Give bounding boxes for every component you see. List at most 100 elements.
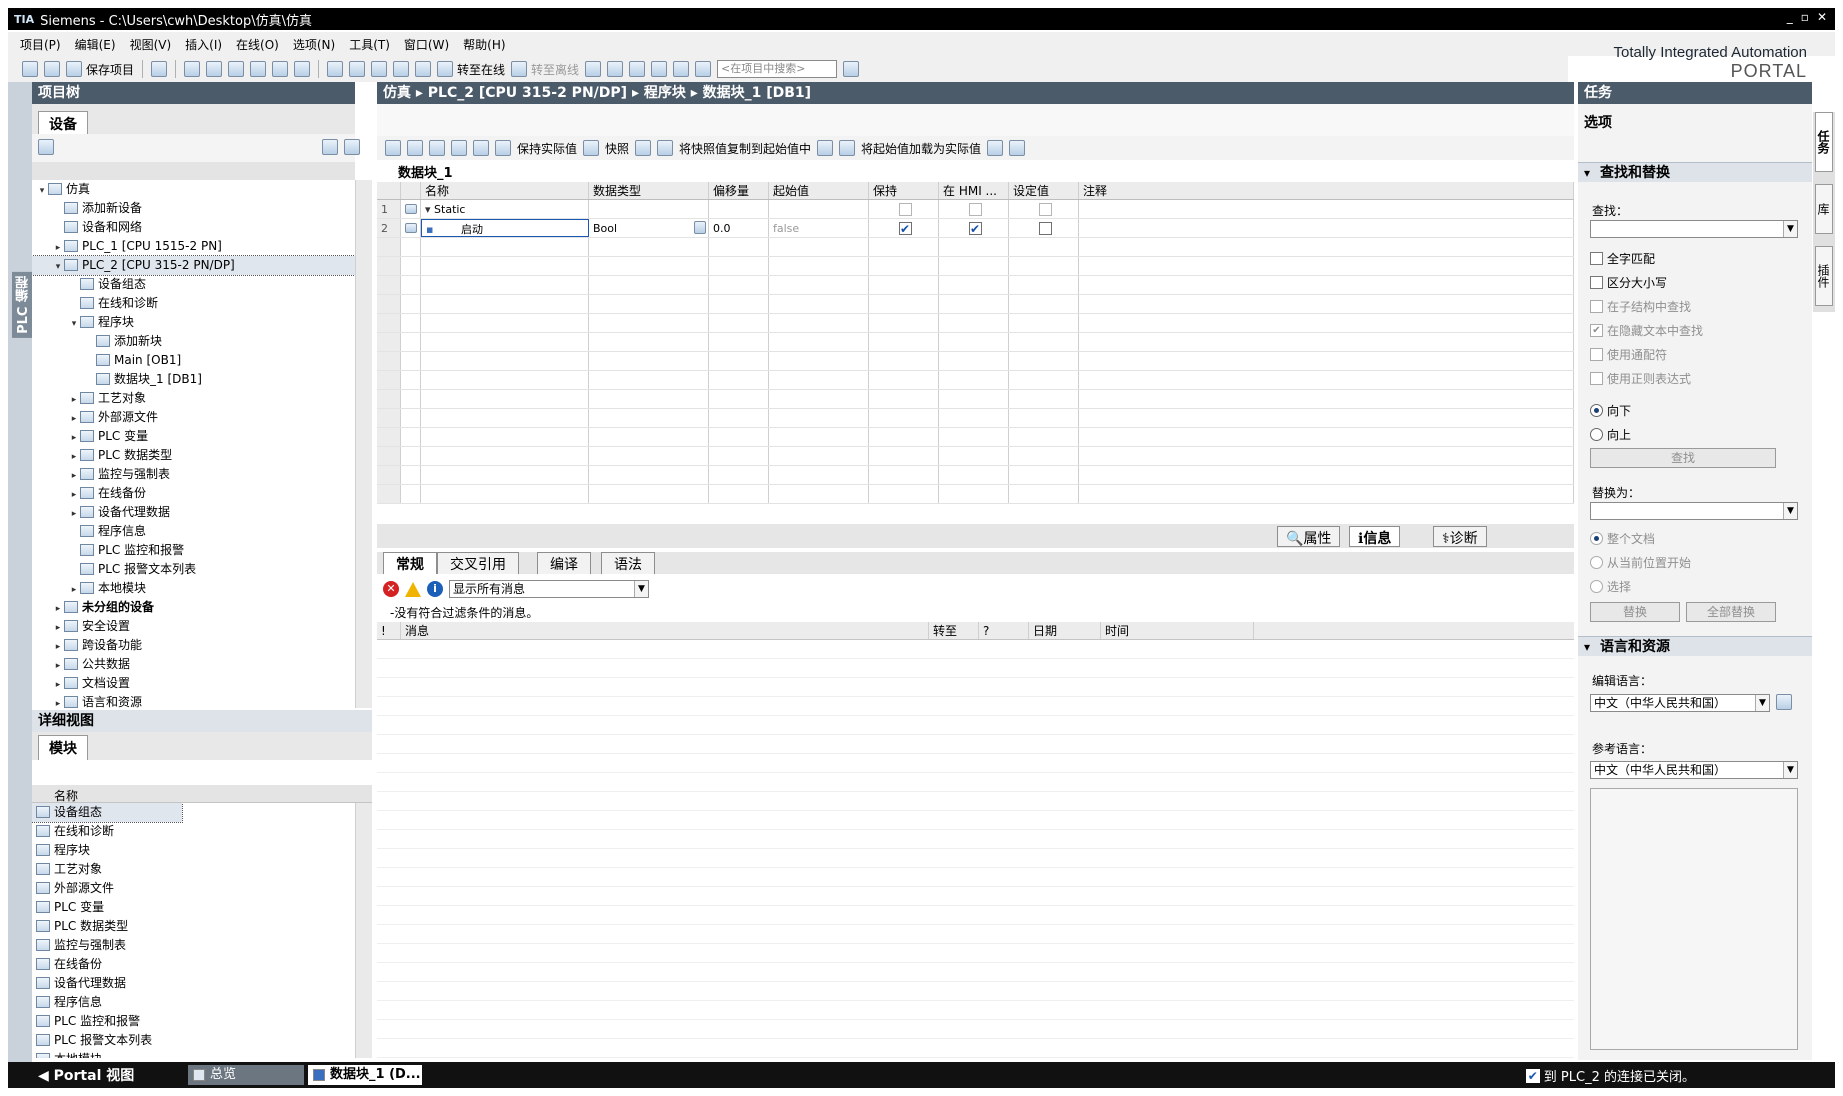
detail-list-item[interactable]: 外部源文件: [32, 879, 355, 898]
tree-item[interactable]: ▸ 未分组的设备: [32, 598, 355, 617]
error-filter-icon[interactable]: ✕: [383, 581, 399, 597]
col-setpoint[interactable]: 设定值: [1009, 182, 1079, 199]
tree-item[interactable]: 数据块_1 [DB1]: [32, 370, 355, 389]
col-offset[interactable]: 偏移量: [709, 182, 769, 199]
empty-row[interactable]: [377, 371, 1574, 390]
detail-list-item[interactable]: PLC 数据类型: [32, 917, 355, 936]
check-wildcards[interactable]: 使用通配符: [1590, 346, 1667, 363]
cell-setpoint[interactable]: [1009, 219, 1079, 237]
radio-whole-document[interactable]: 整个文档: [1590, 530, 1655, 547]
insert-row-icon[interactable]: [385, 140, 401, 156]
project-search-input[interactable]: <在项目中搜索>: [717, 60, 838, 78]
overview-icon[interactable]: [322, 139, 338, 155]
snapshot-button[interactable]: 快照: [605, 140, 629, 157]
go-online-button[interactable]: 转至在线: [437, 61, 505, 78]
vtab-addins[interactable]: 插件: [1815, 246, 1833, 306]
detail-list-item[interactable]: 本地模块: [32, 1050, 355, 1058]
start-simulation-icon[interactable]: [393, 61, 410, 77]
radio-down[interactable]: 向下: [1590, 402, 1631, 419]
copy-snapshot-icon[interactable]: [635, 140, 652, 156]
cell-hmi[interactable]: [939, 219, 1009, 237]
tree-item[interactable]: ▸ PLC_1 [CPU 1515-2 PN]: [32, 237, 355, 256]
detail-list-item[interactable]: 设备组态: [32, 803, 183, 823]
paste-snapshot-icon[interactable]: [657, 140, 674, 156]
tab-modules[interactable]: 模块: [38, 735, 88, 760]
col-type[interactable]: 数据类型: [589, 182, 709, 199]
detail-list-item[interactable]: 程序块: [32, 841, 355, 860]
tree-item[interactable]: 添加新块: [32, 332, 355, 351]
tree-item[interactable]: ▸ 外部源文件: [32, 408, 355, 427]
empty-row[interactable]: [377, 447, 1574, 466]
radio-up[interactable]: 向上: [1590, 426, 1631, 443]
expand-arrow-icon[interactable]: ▸: [52, 695, 64, 708]
monitor-icon[interactable]: [495, 140, 511, 156]
replace-button[interactable]: 替换: [1590, 602, 1680, 622]
download-values-icon[interactable]: [987, 140, 1004, 156]
copy-icon[interactable]: [206, 61, 223, 77]
tab-info[interactable]: ℹ信息: [1349, 526, 1401, 547]
check-whole-word[interactable]: 全字匹配: [1590, 250, 1655, 267]
breadcrumb-db[interactable]: 数据块_1 [DB1]: [703, 85, 811, 101]
tree-item[interactable]: ▸ 安全设置: [32, 617, 355, 636]
message-filter-select[interactable]: 显示所有消息 ▼: [449, 580, 649, 598]
replace-input[interactable]: ▼: [1590, 502, 1798, 520]
detail-view-header[interactable]: 详细视图: [32, 710, 372, 732]
cell-type[interactable]: [589, 200, 709, 218]
find-replace-section[interactable]: 查找和替换: [1578, 162, 1812, 183]
menu-edit[interactable]: 编辑(E): [75, 36, 116, 53]
load-start-button[interactable]: 将起始值加载为实际值: [861, 140, 981, 157]
search-project-icon[interactable]: [843, 61, 860, 77]
load-start-icon[interactable]: [839, 140, 856, 156]
empty-row[interactable]: [377, 352, 1574, 371]
menu-tools[interactable]: 工具(T): [349, 36, 390, 53]
cell-type[interactable]: Bool: [589, 219, 709, 237]
tree-item[interactable]: ▸ PLC 变量: [32, 427, 355, 446]
empty-row[interactable]: [377, 314, 1574, 333]
vtab-tasks[interactable]: 任务: [1815, 112, 1833, 172]
msgcol-flag[interactable]: !: [377, 622, 401, 639]
go-offline-button[interactable]: 转至离线: [511, 61, 579, 78]
subtab-general[interactable]: 常规: [383, 552, 437, 574]
tree-item[interactable]: 在线和诊断: [32, 294, 355, 313]
radio-from-current[interactable]: 从当前位置开始: [1590, 554, 1691, 571]
cell-start[interactable]: [769, 200, 869, 218]
col-comment[interactable]: 注释: [1079, 182, 1574, 199]
empty-row[interactable]: [377, 257, 1574, 276]
open-project-icon[interactable]: [44, 61, 60, 77]
cell-retain[interactable]: [869, 219, 939, 237]
detail-scrollbar[interactable]: [355, 803, 372, 1058]
snapshot-icon[interactable]: [583, 140, 600, 156]
tree-item[interactable]: ▸ 设备代理数据: [32, 503, 355, 522]
menu-options[interactable]: 选项(N): [293, 36, 335, 53]
tab-diagnostics[interactable]: ⚕诊断: [1433, 526, 1487, 547]
tree-item[interactable]: ▾ 程序块: [32, 313, 355, 332]
detail-list-item[interactable]: 程序信息: [32, 993, 355, 1012]
msgcol-date[interactable]: 日期: [1029, 622, 1101, 639]
msgcol-message[interactable]: 消息: [401, 622, 929, 639]
checkbox[interactable]: [1039, 203, 1052, 216]
col-name[interactable]: 名称: [421, 182, 589, 199]
check-substructures[interactable]: 在子结构中查找: [1590, 298, 1691, 315]
load-icon[interactable]: [817, 140, 834, 156]
checkbox-checked[interactable]: [899, 220, 912, 237]
checkbox-checked[interactable]: [969, 220, 982, 237]
paste-icon[interactable]: [228, 61, 245, 77]
tree-item[interactable]: ▸ PLC 数据类型: [32, 446, 355, 465]
print-icon[interactable]: [151, 61, 168, 77]
empty-row[interactable]: [377, 466, 1574, 485]
tree-item[interactable]: ▸ 在线备份: [32, 484, 355, 503]
breadcrumb-blocks[interactable]: 程序块: [644, 85, 686, 101]
maximize-button[interactable]: ▫: [1801, 10, 1809, 24]
cell-setpoint[interactable]: [1009, 200, 1079, 218]
upload-icon[interactable]: [371, 61, 388, 77]
expand-icon[interactable]: [429, 140, 445, 156]
empty-row[interactable]: [377, 295, 1574, 314]
empty-row[interactable]: [377, 485, 1574, 504]
tree-item[interactable]: PLC 监控和报警: [32, 541, 355, 560]
msgcol-time[interactable]: 时间: [1101, 622, 1254, 639]
detail-list-item[interactable]: 工艺对象: [32, 860, 355, 879]
cross-reference-icon[interactable]: [607, 61, 624, 77]
msgcol-help[interactable]: ?: [979, 622, 1029, 639]
msgcol-goto[interactable]: 转至: [929, 622, 979, 639]
redo-icon[interactable]: [294, 61, 311, 77]
